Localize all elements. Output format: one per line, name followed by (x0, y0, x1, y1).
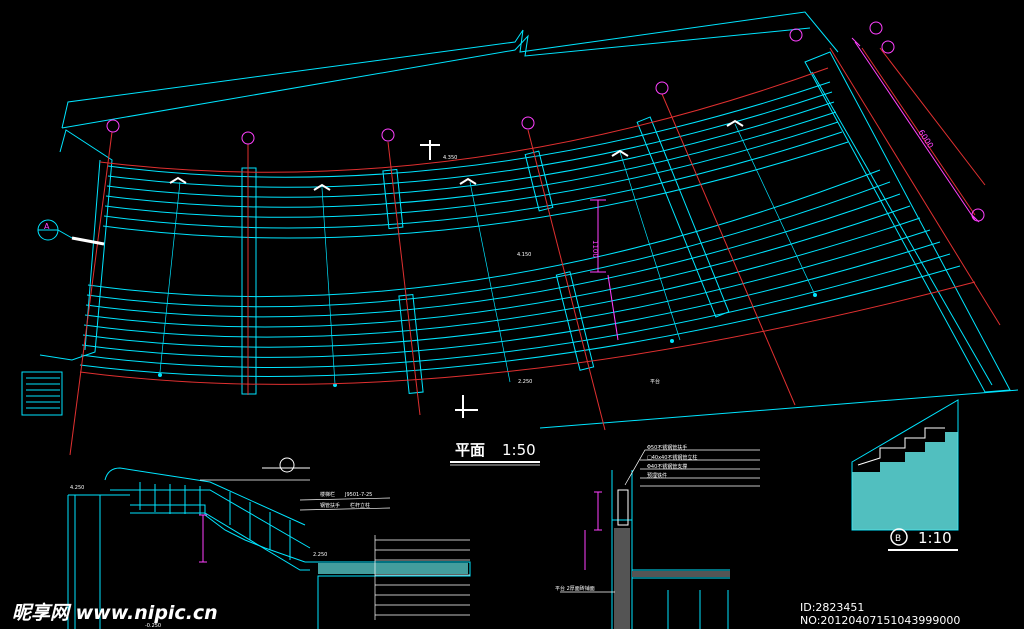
railing-detail-wall-fill (614, 528, 630, 629)
section-elev-top: 4.250 (70, 485, 84, 491)
axis-bubble-8 (881, 40, 895, 54)
railing-detail-dims (584, 491, 602, 570)
cad-drawing-canvas: { "colors": { "background": "#000000", "… (0, 0, 1024, 629)
axis-bubbles (106, 21, 985, 222)
bottom-boundary (539, 389, 1019, 429)
section-note-4: 栏杆立柱 (350, 502, 370, 509)
dimension-1100: 1100 (591, 240, 599, 258)
svg-text:B: B (895, 534, 901, 544)
middle-dimension (590, 199, 619, 341)
axis-bubble-6 (789, 28, 803, 42)
watermark-id: ID:2823451 NO:20120407151043999000 (800, 601, 961, 627)
elevation-2250: 2.250 (518, 379, 532, 385)
column-4 (524, 150, 554, 212)
detail-b-scale: 1:10 (918, 529, 952, 547)
section-handrail (104, 467, 306, 526)
plan-outer-boundary-2 (61, 27, 811, 129)
upper-stair-treads (102, 81, 849, 239)
lower-stair-treads (79, 169, 961, 377)
axis-bubble-2 (241, 131, 255, 145)
column-5 (555, 271, 595, 371)
section-slab-fill (318, 563, 468, 574)
detail-b: B 1:10 (851, 399, 959, 551)
dimension-6000: 6000 (916, 128, 935, 150)
axis-bubble-3 (381, 128, 395, 142)
railing-note-5: 平台 2厚面砖铺面 (555, 585, 595, 592)
section-note-1: 楼梯栏 (320, 491, 335, 498)
axis-bubble-9 (971, 208, 985, 222)
drawing-svg: 6000 1100 A 4.350 4.150 2.250 平台 平面 1:50… (21, 11, 1019, 629)
railing-note-4: 预埋铁件 (647, 472, 667, 479)
axis-bubble-7 (869, 21, 883, 35)
plan-view (21, 11, 1019, 429)
axis-bubble-4 (521, 116, 535, 130)
section-cut-top (420, 140, 440, 160)
railing-detail-slab-fill (632, 571, 730, 577)
plan-title: 平面 (455, 441, 485, 459)
axis-bubble-1 (106, 119, 120, 133)
elevation-4150: 4.150 (517, 252, 531, 258)
watermark-site: 昵享网 www.nipic.cn (12, 602, 218, 624)
section-marker-a-label: A (44, 222, 50, 231)
axis-bubble-5 (655, 81, 669, 95)
section-leaders (299, 497, 470, 620)
section-note-3: 钢管扶手 (320, 502, 340, 509)
small-stair-left (21, 371, 63, 416)
section-cut-markers (420, 140, 478, 418)
right-wall-inner (811, 71, 993, 386)
railing-note-3: Φ40不锈钢管支撑 (647, 463, 687, 470)
plan-title-block: 平面 1:50 (450, 441, 540, 466)
plan-scale: 1:50 (502, 441, 536, 459)
section-note-2: J9501-7-25 (344, 492, 372, 498)
railing-note-1: Φ50不锈钢管扶手 (647, 444, 687, 451)
column-1 (241, 167, 257, 395)
railing-note-2: □40x40不锈钢管立柱 (647, 454, 697, 461)
section-elev-mid: 2.250 (313, 552, 327, 558)
section-cut-bottom (455, 395, 478, 418)
railing-detail-leaders (560, 449, 760, 593)
elevation-4350: 4.350 (443, 155, 457, 161)
plan-outer-boundary (61, 11, 839, 129)
column-2 (382, 168, 404, 230)
section-bubble (200, 457, 310, 481)
label-platform: 平台 (650, 378, 660, 385)
section-dimension (199, 514, 207, 563)
